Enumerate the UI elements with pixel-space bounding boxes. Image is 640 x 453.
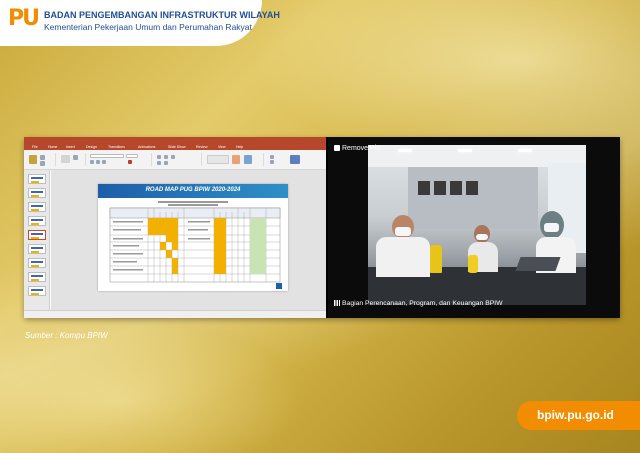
clipboard-group[interactable] [26, 153, 56, 166]
tab-review[interactable]: Review [196, 145, 207, 149]
website-url: bpiw.pu.go.id [537, 408, 614, 422]
slide-thumbnail[interactable] [28, 244, 46, 254]
laptop [515, 257, 561, 271]
ppt-title-bar [24, 137, 326, 144]
tab-transitions[interactable]: Transitions [108, 145, 125, 149]
slide-thumbnail[interactable] [28, 286, 46, 296]
tab-slide-show[interactable]: Slide Show [168, 145, 186, 149]
drawing-group[interactable] [204, 153, 264, 166]
tab-animations[interactable]: Animations [138, 145, 155, 149]
slides-group[interactable] [58, 153, 86, 166]
slide-thumbnail-selected[interactable] [28, 230, 46, 240]
logo-mark: PU [8, 6, 40, 31]
yellow-bottle [430, 245, 442, 273]
website-badge: bpiw.pu.go.id [517, 401, 640, 430]
roadmap-table [109, 207, 282, 289]
tab-home[interactable]: Home [48, 145, 57, 149]
slide-thumbnail[interactable] [28, 174, 46, 184]
tab-insert[interactable]: Insert [66, 145, 75, 149]
editing-group[interactable] [266, 153, 322, 166]
paragraph-group[interactable] [154, 153, 202, 166]
video-feed: Remove Pin Bagian Perencanaan, Program, … [328, 137, 620, 318]
ministry-name: Kementerian Pekerjaan Umum dan Perumahan… [44, 22, 252, 32]
source-caption: Sumber : Kompu BPIW [25, 331, 108, 340]
signal-bars-icon [334, 300, 340, 306]
slide-thumbnail[interactable] [28, 258, 46, 268]
current-slide[interactable]: ROAD MAP PUG BPIW 2020-2024 [98, 184, 288, 291]
header-banner: PU BADAN PENGEMBANGAN INFRASTRUKTUR WILA… [0, 0, 280, 46]
remove-pin-label[interactable]: Remove Pin [334, 145, 380, 152]
slide-thumbnail[interactable] [28, 202, 46, 212]
slide-thumbnail[interactable] [28, 216, 46, 226]
slide-thumbnail[interactable] [28, 272, 46, 282]
meeting-screenshot: File Home Insert Design Transitions Anim… [24, 137, 620, 318]
org-name: BADAN PENGEMBANGAN INFRASTRUKTUR WILAYAH [44, 10, 280, 20]
powerpoint-window: File Home Insert Design Transitions Anim… [24, 137, 326, 318]
tab-help[interactable]: Help [236, 145, 243, 149]
tab-file[interactable]: File [32, 145, 38, 149]
slide-thumbnail[interactable] [28, 188, 46, 198]
camera-view [368, 145, 586, 305]
yellow-cup [468, 255, 478, 273]
slide-editor[interactable]: ROAD MAP PUG BPIW 2020-2024 [51, 170, 326, 310]
pu-logo: PU [8, 6, 42, 38]
participant-name-label: Bagian Perencanaan, Program, dan Keuanga… [334, 300, 503, 307]
ppt-status-bar [24, 310, 326, 318]
pin-icon [334, 145, 340, 151]
tab-view[interactable]: View [218, 145, 226, 149]
font-group[interactable] [88, 153, 152, 166]
tab-design[interactable]: Design [86, 145, 97, 149]
slide-thumbnails[interactable] [24, 170, 50, 310]
ppt-ribbon [24, 150, 326, 170]
